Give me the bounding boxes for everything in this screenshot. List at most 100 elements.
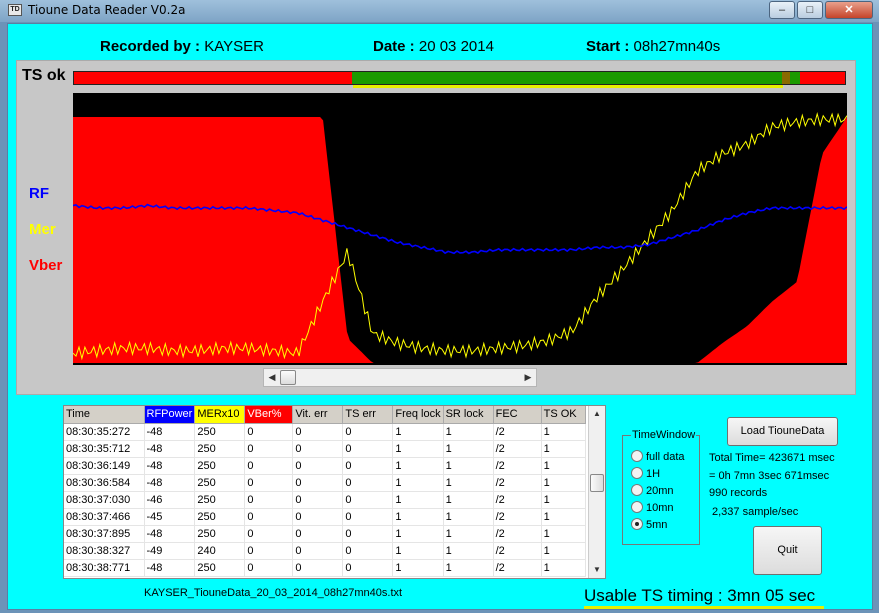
table-cell[interactable]: 0	[342, 491, 394, 509]
table-row[interactable]: 08:30:36:149 -48 250 0 0 0 1 1/2 1	[64, 457, 586, 475]
table-cell[interactable]: 250	[194, 508, 246, 526]
table-row[interactable]: 08:30:37:466 -45 250 0 0 0 1 1/2 1	[64, 508, 586, 526]
table-cell[interactable]: 0	[244, 457, 294, 475]
table-cell[interactable]: /2	[493, 491, 542, 509]
table-cell[interactable]: 250	[194, 474, 246, 492]
table-row[interactable]: 08:30:38:771 -48 250 0 0 0 1 1/2 1	[64, 559, 586, 577]
table-cell[interactable]: 1	[392, 423, 444, 441]
table-cell[interactable]: 0	[292, 542, 344, 560]
scroll-up-arrow-icon[interactable]: ▲	[589, 406, 605, 422]
table-cell[interactable]: 1	[443, 508, 494, 526]
radio-1h[interactable]: 1H	[631, 467, 660, 480]
table-cell[interactable]: 1	[392, 457, 444, 475]
table-cell[interactable]: 1	[392, 542, 444, 560]
table-cell[interactable]: 0	[244, 491, 294, 509]
table-cell[interactable]: 0	[342, 525, 394, 543]
table-row[interactable]: 08:30:35:712 -48 250 0 0 0 1 1/2 1	[64, 440, 586, 458]
radio-full-data[interactable]: full data	[631, 450, 685, 463]
table-cell[interactable]: 08:30:38:771	[64, 559, 145, 577]
scroll-thumb[interactable]	[280, 370, 296, 385]
data-grid[interactable]: Time RFPower MERx10 VBer% Vit. err TS err Freq…	[63, 405, 606, 579]
table-cell[interactable]: 1	[541, 440, 586, 458]
column-header[interactable]: SR lock	[443, 406, 494, 424]
table-cell[interactable]: 0	[292, 440, 344, 458]
column-header[interactable]: FEC	[493, 406, 542, 424]
table-cell[interactable]: -48	[144, 423, 196, 441]
table-cell[interactable]: 0	[292, 525, 344, 543]
table-cell[interactable]: 08:30:37:466	[64, 508, 145, 526]
table-cell[interactable]: 1	[392, 440, 444, 458]
column-header[interactable]: Time	[64, 406, 145, 424]
scroll-right-arrow-icon[interactable]: ▶	[521, 370, 535, 385]
table-cell[interactable]: 1	[443, 491, 494, 509]
table-cell[interactable]: 1	[392, 474, 444, 492]
close-button[interactable]: ✕	[825, 1, 873, 19]
table-cell[interactable]: 1	[541, 559, 586, 577]
table-cell[interactable]: 1	[443, 525, 494, 543]
table-cell[interactable]: 1	[392, 491, 444, 509]
table-cell[interactable]: 250	[194, 440, 246, 458]
table-cell[interactable]: 0	[244, 525, 294, 543]
table-cell[interactable]: 1	[541, 423, 586, 441]
table-cell[interactable]: 08:30:37:030	[64, 491, 145, 509]
table-cell[interactable]: 1	[541, 491, 586, 509]
chart-horizontal-scrollbar[interactable]: ◀ ▶	[263, 368, 537, 387]
table-cell[interactable]: 1	[392, 559, 444, 577]
column-header[interactable]: Freq lock	[392, 406, 444, 424]
table-cell[interactable]: 0	[292, 474, 344, 492]
column-header[interactable]: VBer%	[244, 406, 294, 424]
table-cell[interactable]: 08:30:38:327	[64, 542, 145, 560]
column-header[interactable]: TS OK	[541, 406, 586, 424]
table-cell[interactable]: 0	[342, 423, 394, 441]
column-header[interactable]: Vit. err	[292, 406, 344, 424]
radio-5mn[interactable]: 5mn	[631, 518, 667, 531]
table-cell[interactable]: 1	[541, 474, 586, 492]
radio-20mn[interactable]: 20mn	[631, 484, 674, 497]
table-cell[interactable]: -45	[144, 508, 196, 526]
table-cell[interactable]: 0	[244, 440, 294, 458]
table-cell[interactable]: 1	[443, 559, 494, 577]
grid-scroll-thumb[interactable]	[590, 474, 604, 492]
table-cell[interactable]: 1	[541, 457, 586, 475]
table-cell[interactable]: /2	[493, 423, 542, 441]
table-cell[interactable]: /2	[493, 440, 542, 458]
table-cell[interactable]: 0	[342, 559, 394, 577]
table-cell[interactable]: /2	[493, 542, 542, 560]
table-cell[interactable]: 0	[244, 508, 294, 526]
table-cell[interactable]: 0	[292, 508, 344, 526]
table-cell[interactable]: 1	[443, 542, 494, 560]
table-cell[interactable]: 250	[194, 525, 246, 543]
table-cell[interactable]: 250	[194, 491, 246, 509]
table-row[interactable]: 08:30:35:272 -48 250 0 0 0 1 1/2 1	[64, 423, 586, 441]
table-cell[interactable]: /2	[493, 525, 542, 543]
scroll-down-arrow-icon[interactable]: ▼	[589, 562, 605, 578]
table-cell[interactable]: -48	[144, 525, 196, 543]
table-cell[interactable]: 1	[443, 440, 494, 458]
column-header[interactable]: MERx10	[194, 406, 246, 424]
table-cell[interactable]: 1	[443, 474, 494, 492]
table-cell[interactable]: 0	[292, 491, 344, 509]
table-cell[interactable]: 08:30:37:895	[64, 525, 145, 543]
table-cell[interactable]: 1	[443, 457, 494, 475]
table-cell[interactable]: 08:30:36:149	[64, 457, 145, 475]
load-tiounedata-button[interactable]: Load TiouneData	[727, 417, 838, 446]
table-row[interactable]: 08:30:37:895 -48 250 0 0 0 1 1/2 1	[64, 525, 586, 543]
table-cell[interactable]: -48	[144, 457, 196, 475]
table-cell[interactable]: /2	[493, 474, 542, 492]
column-header[interactable]: TS err	[342, 406, 394, 424]
table-cell[interactable]: 08:30:36:584	[64, 474, 145, 492]
table-cell[interactable]: 0	[342, 508, 394, 526]
grid-vertical-scrollbar[interactable]: ▲ ▼	[588, 406, 605, 578]
table-row[interactable]: 08:30:37:030 -46 250 0 0 0 1 1/2 1	[64, 491, 586, 509]
maximize-button[interactable]: □	[797, 1, 823, 19]
column-header[interactable]: RFPower	[144, 406, 196, 424]
table-cell[interactable]: -48	[144, 440, 196, 458]
table-cell[interactable]: /2	[493, 559, 542, 577]
table-cell[interactable]: 1	[443, 423, 494, 441]
radio-10mn[interactable]: 10mn	[631, 501, 674, 514]
table-cell[interactable]: 1	[541, 542, 586, 560]
scroll-left-arrow-icon[interactable]: ◀	[265, 370, 279, 385]
table-cell[interactable]: 0	[244, 559, 294, 577]
table-cell[interactable]: 1	[541, 525, 586, 543]
table-cell[interactable]: 240	[194, 542, 246, 560]
